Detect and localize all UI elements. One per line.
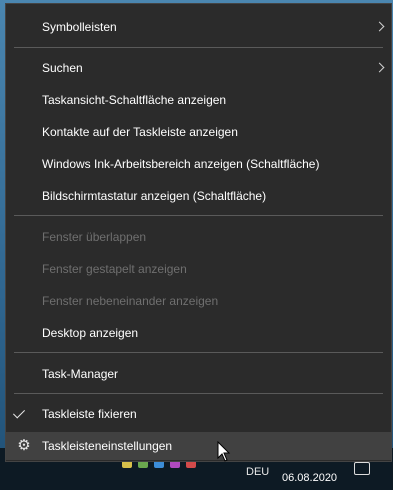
menu-item-label: Fenster überlappen — [42, 230, 147, 244]
menu-item-label: Taskleisteneinstellungen — [42, 439, 173, 453]
clock-date[interactable]: 06.08.2020 — [282, 472, 337, 484]
chevron-right-icon — [374, 21, 385, 32]
chevron-right-icon — [374, 62, 385, 73]
taskbar-context-menu: Symbolleisten Suchen Taskansicht-Schaltf… — [5, 3, 392, 462]
menu-item-suchen[interactable]: Suchen — [6, 54, 391, 82]
menu-item-windows-ink[interactable]: Windows Ink-Arbeitsbereich anzeigen (Sch… — [6, 150, 391, 178]
menu-item-label: Bildschirmtastatur anzeigen (Schaltfläch… — [42, 189, 267, 203]
menu-item-kontakte[interactable]: Kontakte auf der Taskleiste anzeigen — [6, 118, 391, 146]
menu-item-label: Symbolleisten — [42, 20, 117, 34]
menu-item-bildschirmtastatur[interactable]: Bildschirmtastatur anzeigen (Schaltfläch… — [6, 182, 391, 210]
menu-item-fenster-gestapelt: Fenster gestapelt anzeigen — [6, 255, 391, 283]
menu-item-label: Kontakte auf der Taskleiste anzeigen — [42, 125, 238, 139]
menu-item-label: Desktop anzeigen — [42, 326, 139, 340]
mouse-pointer-icon — [217, 441, 231, 462]
menu-separator — [14, 352, 383, 353]
menu-item-fenster-nebeneinander: Fenster nebeneinander anzeigen — [6, 287, 391, 315]
menu-item-taskleisteneinstellungen[interactable]: ⚙ Taskleisteneinstellungen — [6, 432, 391, 460]
menu-separator — [14, 47, 383, 48]
menu-item-label: Task-Manager — [42, 367, 119, 381]
gear-icon: ⚙ — [17, 437, 31, 454]
menu-item-label: Fenster nebeneinander anzeigen — [42, 294, 219, 308]
notification-center-icon[interactable] — [354, 462, 370, 475]
menu-item-label: Taskansicht-Schaltfläche anzeigen — [42, 93, 227, 107]
menu-item-symbolleisten[interactable]: Symbolleisten — [6, 13, 391, 41]
menu-item-label: Windows Ink-Arbeitsbereich anzeigen (Sch… — [42, 157, 320, 171]
menu-item-taskansicht[interactable]: Taskansicht-Schaltfläche anzeigen — [6, 86, 391, 114]
menu-item-fenster-ueberlappen: Fenster überlappen — [6, 223, 391, 251]
menu-item-taskleiste-fixieren[interactable]: Taskleiste fixieren — [6, 400, 391, 428]
menu-separator — [14, 215, 383, 216]
checkmark-icon — [12, 406, 26, 419]
menu-item-label: Fenster gestapelt anzeigen — [42, 262, 187, 276]
menu-item-task-manager[interactable]: Task-Manager — [6, 360, 391, 388]
menu-item-label: Taskleiste fixieren — [42, 407, 137, 421]
menu-item-desktop-anzeigen[interactable]: Desktop anzeigen — [6, 319, 391, 347]
menu-item-label: Suchen — [42, 61, 83, 75]
menu-separator — [14, 393, 383, 394]
input-language-indicator[interactable]: DEU — [246, 466, 269, 478]
